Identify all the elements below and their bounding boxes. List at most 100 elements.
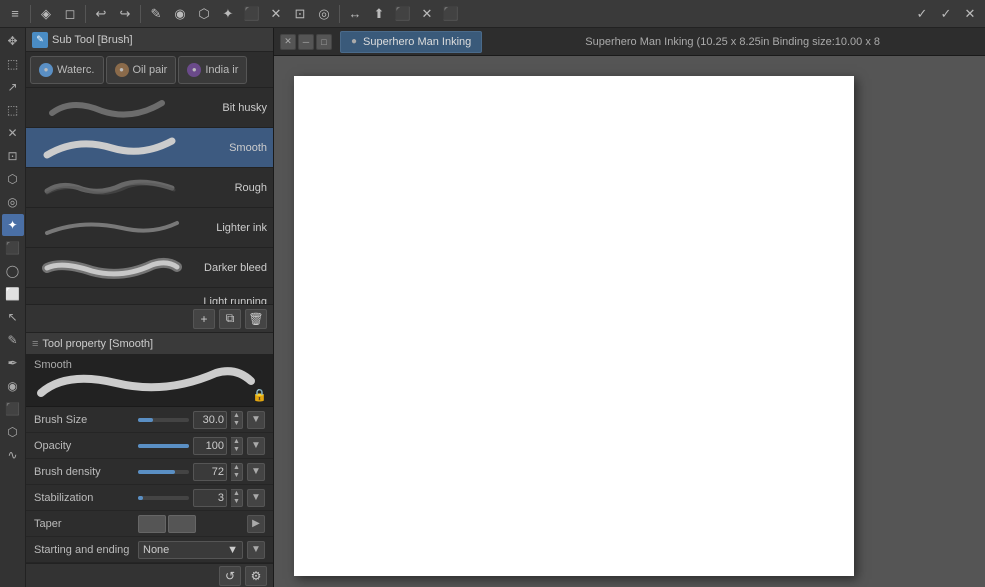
brush-size-value[interactable]: 30.0 <box>193 411 227 429</box>
opacity-up[interactable]: ▲ <box>231 438 242 446</box>
taper-box-1[interactable] <box>138 515 166 533</box>
brush-density-up[interactable]: ▲ <box>231 464 242 472</box>
stabilization-expand[interactable]: ▼ <box>247 489 265 507</box>
brush-item-smooth[interactable]: Smooth <box>26 128 273 168</box>
reset-button[interactable]: ↺ <box>219 566 241 586</box>
tool-icon-15[interactable]: ⬛ <box>440 3 462 25</box>
brush-size-slider[interactable] <box>138 418 189 422</box>
menu-icon[interactable]: ≡ <box>4 3 26 25</box>
opacity-down[interactable]: ▼ <box>231 446 242 454</box>
tool-icon-12[interactable]: ⬆ <box>368 3 390 25</box>
taper-expand[interactable]: ▶ <box>247 515 265 533</box>
sidebar-eyedrop-tool[interactable]: ✕ <box>2 122 24 144</box>
brush-item-lighter-ink[interactable]: Lighter ink <box>26 208 273 248</box>
tool-icon-8[interactable]: ✕ <box>265 3 287 25</box>
separator-4 <box>339 5 340 23</box>
canvas-title-bar: Superhero Man Inking (10.25 x 8.25in Bin… <box>486 36 979 48</box>
window-minimize-button[interactable]: ─ <box>298 34 314 50</box>
sidebar-select-tool[interactable]: ⬚ <box>2 53 24 75</box>
check-icon[interactable]: ✓ <box>911 3 933 25</box>
canvas-title: Superhero Man Inking (10.25 x 8.25in Bin… <box>585 36 880 48</box>
tool-icon-9[interactable]: ⊡ <box>289 3 311 25</box>
canvas-tab[interactable]: ● Superhero Man Inking <box>340 31 482 53</box>
tab-watercolor[interactable]: ● Waterc. <box>30 56 104 84</box>
brush-density-down[interactable]: ▼ <box>231 472 242 480</box>
close-toolbar-icon[interactable]: ✕ <box>959 3 981 25</box>
brush-stroke-preview: Smooth 🔒 <box>26 355 273 407</box>
brush-item-darker-bleed[interactable]: Darker bleed <box>26 248 273 288</box>
tool-icon-6[interactable]: ✦ <box>217 3 239 25</box>
brush-list[interactable]: Bit husky Smooth Roug <box>26 88 273 304</box>
redo-icon[interactable]: ↪ <box>114 3 136 25</box>
sidebar-text-tool[interactable]: ◎ <box>2 191 24 213</box>
settings-button[interactable]: ⚙ <box>245 566 267 586</box>
tab-oil-paint[interactable]: ● Oil pair <box>106 56 177 84</box>
sidebar-erase-tool[interactable]: ⬛ <box>2 237 24 259</box>
stabilization-slider[interactable] <box>138 496 189 500</box>
sidebar-pen-tool[interactable]: ⬡ <box>2 168 24 190</box>
tool-icon-2[interactable]: ◻ <box>59 3 81 25</box>
opacity-slider[interactable] <box>138 444 189 448</box>
sidebar-fill-tool[interactable]: ⊡ <box>2 145 24 167</box>
brush-size-down[interactable]: ▼ <box>231 420 242 428</box>
sidebar-gradient-tool[interactable]: ⬡ <box>2 421 24 443</box>
sidebar-blur-tool[interactable]: ◯ <box>2 260 24 282</box>
tool-icon-3[interactable]: ✎ <box>145 3 167 25</box>
sidebar-pencil-tool[interactable]: ✎ <box>2 329 24 351</box>
brush-item-bit-husky[interactable]: Bit husky <box>26 88 273 128</box>
sidebar-misc-tool[interactable]: ⬚ <box>2 99 24 121</box>
tool-icon-7[interactable]: ⬛ <box>241 3 263 25</box>
sidebar-move-tool[interactable]: ✥ <box>2 30 24 52</box>
sidebar-brush-tool[interactable]: ✦ <box>2 214 24 236</box>
brush-name-lighter-ink: Lighter ink <box>198 222 267 234</box>
sidebar-transform-tool[interactable]: ↗ <box>2 76 24 98</box>
brush-name-light-running-ink: Light running ink <box>198 296 267 305</box>
tool-icon-1[interactable]: ◈ <box>35 3 57 25</box>
brush-preview-rough <box>32 171 192 205</box>
copy-brush-button[interactable]: ⧉ <box>219 309 241 329</box>
delete-brush-button[interactable]: 🗑 <box>245 309 267 329</box>
window-close-button[interactable]: ✕ <box>280 34 296 50</box>
brush-item-light-running-ink[interactable]: Light running ink <box>26 288 273 304</box>
tool-icon-13[interactable]: ⬛ <box>392 3 414 25</box>
stabilization-value[interactable]: 3 <box>193 489 227 507</box>
taper-box-2[interactable] <box>168 515 196 533</box>
opacity-stepper[interactable]: ▲ ▼ <box>231 437 243 455</box>
opacity-fill <box>138 444 189 448</box>
brush-item-rough[interactable]: Rough <box>26 168 273 208</box>
tool-icon-5[interactable]: ⬡ <box>193 3 215 25</box>
starting-ending-select[interactable]: None ▼ <box>138 541 243 559</box>
brush-density-value[interactable]: 72 <box>193 463 227 481</box>
sidebar-ink-tool[interactable]: ✒ <box>2 352 24 374</box>
tool-icon-11[interactable]: ↔ <box>344 3 366 25</box>
stabilization-stepper[interactable]: ▲ ▼ <box>231 489 243 507</box>
lock-icon: 🔒 <box>252 388 267 402</box>
sidebar-wave-tool[interactable]: ∿ <box>2 444 24 466</box>
stabilization-fill <box>138 496 143 500</box>
stabilization-up[interactable]: ▲ <box>231 490 242 498</box>
tool-icon-4[interactable]: ◉ <box>169 3 191 25</box>
tool-icon-14[interactable]: ✕ <box>416 3 438 25</box>
brush-size-stepper[interactable]: ▲ ▼ <box>231 411 243 429</box>
starting-ending-expand[interactable]: ▼ <box>247 541 265 559</box>
undo-icon[interactable]: ↩ <box>90 3 112 25</box>
opacity-value[interactable]: 100 <box>193 437 227 455</box>
tool-icon-10[interactable]: ◎ <box>313 3 335 25</box>
sidebar-crop-tool[interactable]: ↖ <box>2 306 24 328</box>
canvas-content[interactable] <box>274 56 985 587</box>
tab-india-ink[interactable]: ● India ir <box>178 56 247 84</box>
add-brush-button[interactable]: + <box>193 309 215 329</box>
opacity-expand[interactable]: ▼ <box>247 437 265 455</box>
brush-size-expand[interactable]: ▼ <box>247 411 265 429</box>
sidebar-circle-tool[interactable]: ◉ <box>2 375 24 397</box>
brush-density-slider[interactable] <box>138 470 189 474</box>
brush-size-up[interactable]: ▲ <box>231 412 242 420</box>
check2-icon[interactable]: ✓ <box>935 3 957 25</box>
stabilization-down[interactable]: ▼ <box>231 498 242 506</box>
sidebar-paint-tool[interactable]: ⬛ <box>2 398 24 420</box>
brush-density-label: Brush density <box>34 466 134 478</box>
window-maximize-button[interactable]: □ <box>316 34 332 50</box>
brush-density-expand[interactable]: ▼ <box>247 463 265 481</box>
sidebar-rect-tool[interactable]: ⬜ <box>2 283 24 305</box>
brush-density-stepper[interactable]: ▲ ▼ <box>231 463 243 481</box>
